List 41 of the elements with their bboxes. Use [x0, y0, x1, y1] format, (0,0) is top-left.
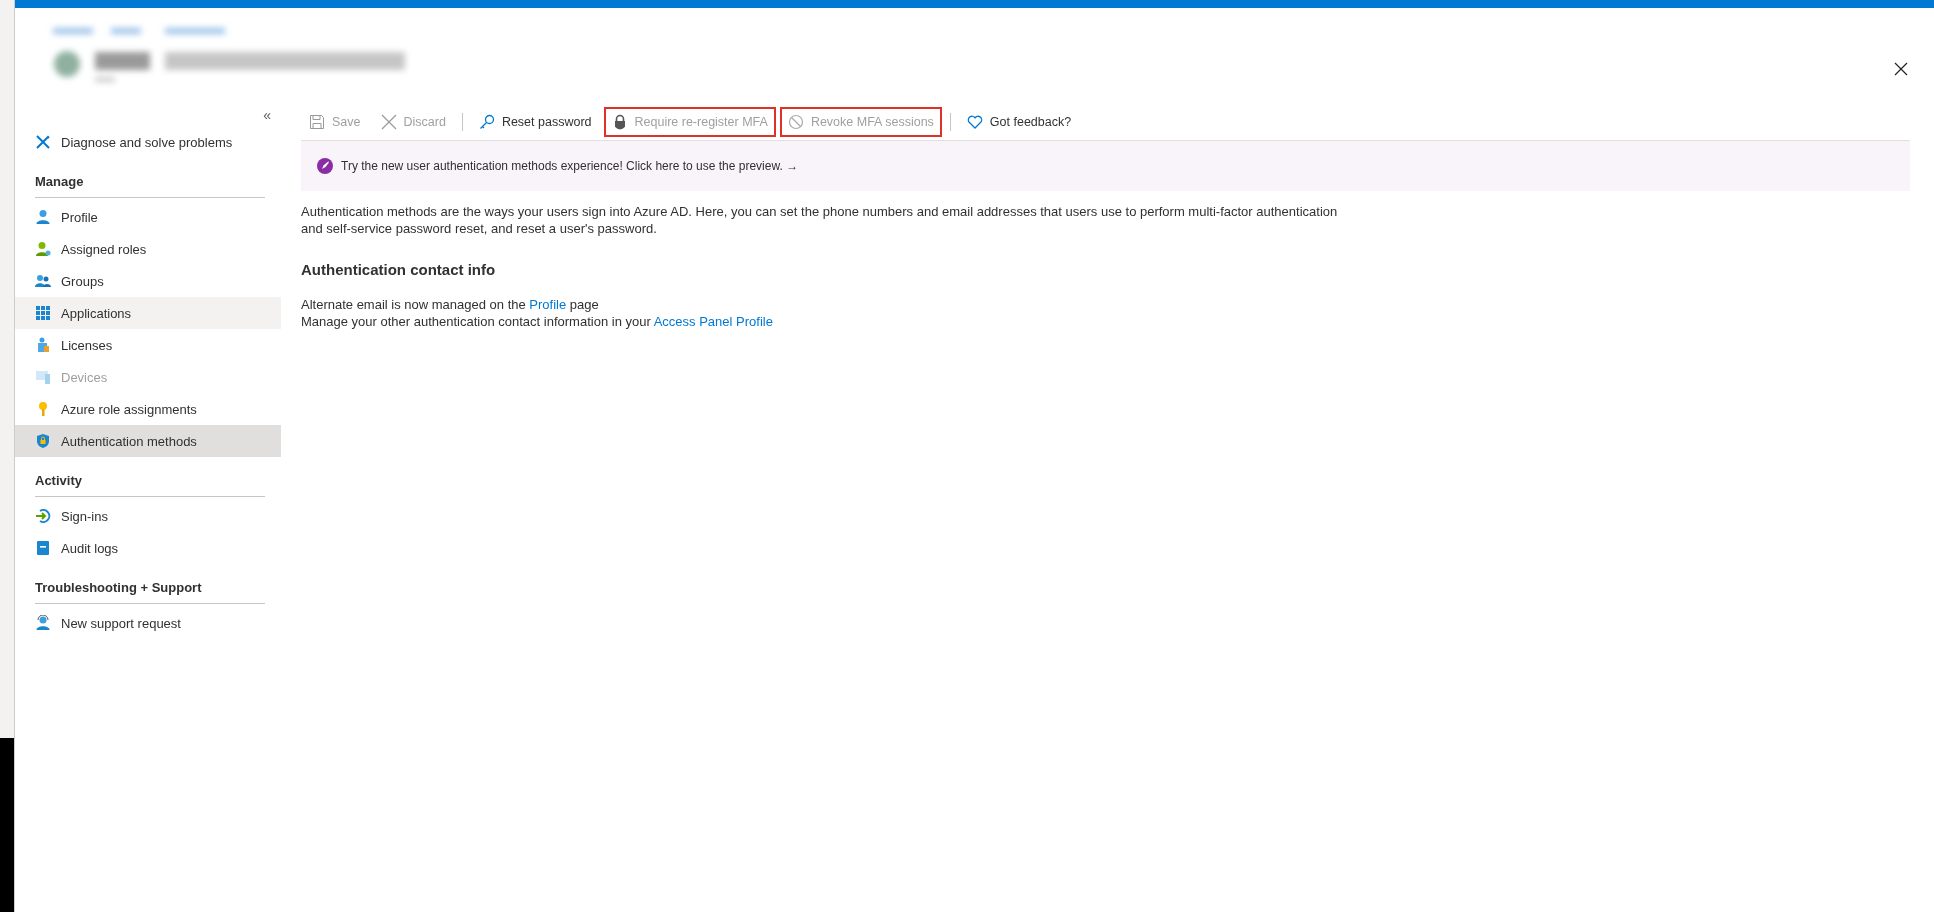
sidebar-item[interactable]: Profile	[15, 201, 281, 233]
link[interactable]: Access Panel Profile	[653, 314, 773, 329]
link[interactable]: Profile	[529, 297, 567, 312]
section-header: Activity	[35, 467, 265, 497]
section-header: Troubleshooting + Support	[35, 574, 265, 604]
close-icon	[380, 114, 397, 130]
people-icon	[35, 273, 51, 289]
sidebar-item[interactable]: Groups	[15, 265, 281, 297]
grid-icon	[35, 305, 51, 321]
sidebar-item[interactable]: Sign-ins	[15, 500, 281, 532]
collapse-button[interactable]: «	[261, 106, 273, 124]
blocked-icon	[787, 114, 804, 130]
save-icon	[309, 114, 325, 130]
support-icon	[35, 615, 51, 631]
heart-icon	[966, 114, 983, 130]
sidebar-item[interactable]: Applications	[15, 297, 281, 329]
section-title: Authentication contact info	[301, 261, 497, 278]
devices-icon	[35, 369, 51, 385]
key-icon	[478, 114, 495, 130]
person-badge-icon	[35, 241, 51, 257]
sidebar-item[interactable]: Licenses	[15, 329, 281, 361]
license-icon	[35, 337, 51, 353]
signin-icon	[35, 508, 51, 524]
shield-icon	[35, 433, 51, 449]
toolbar-button[interactable]: Got feedback?	[958, 107, 1080, 137]
sidebar-item[interactable]: Azure role assignments	[15, 393, 281, 425]
info-text: Alternate email is now managed on the	[301, 297, 527, 312]
book-icon	[35, 540, 51, 556]
sidebar-item[interactable]: Assigned roles	[15, 233, 281, 265]
sidebar-item[interactable]: Diagnose and solve problems	[15, 126, 281, 158]
sidebar-item[interactable]: New support request	[15, 607, 281, 639]
info-text: page	[568, 297, 599, 312]
sidebar-item[interactable]: Audit logs	[15, 532, 281, 564]
info-text: Manage your other authentication contact information in your	[301, 314, 652, 329]
sidebar-item[interactable]: Authentication methods	[15, 425, 281, 457]
person-icon	[35, 209, 51, 225]
preview-banner[interactable]: Try the new user authentication methods experience! Click here to use the preview. →	[301, 141, 1910, 191]
section-header: Manage	[35, 168, 265, 198]
description-text: Authentication methods are the ways your users sign into Azure AD. Here, you can set the phone numbers and email addresses that users use to perform multi-factor authentication and self-service password reset, and reset a user's password.	[301, 203, 1339, 237]
toolbar-button[interactable]: Reset password	[470, 107, 600, 137]
close-button[interactable]	[1894, 62, 1908, 76]
